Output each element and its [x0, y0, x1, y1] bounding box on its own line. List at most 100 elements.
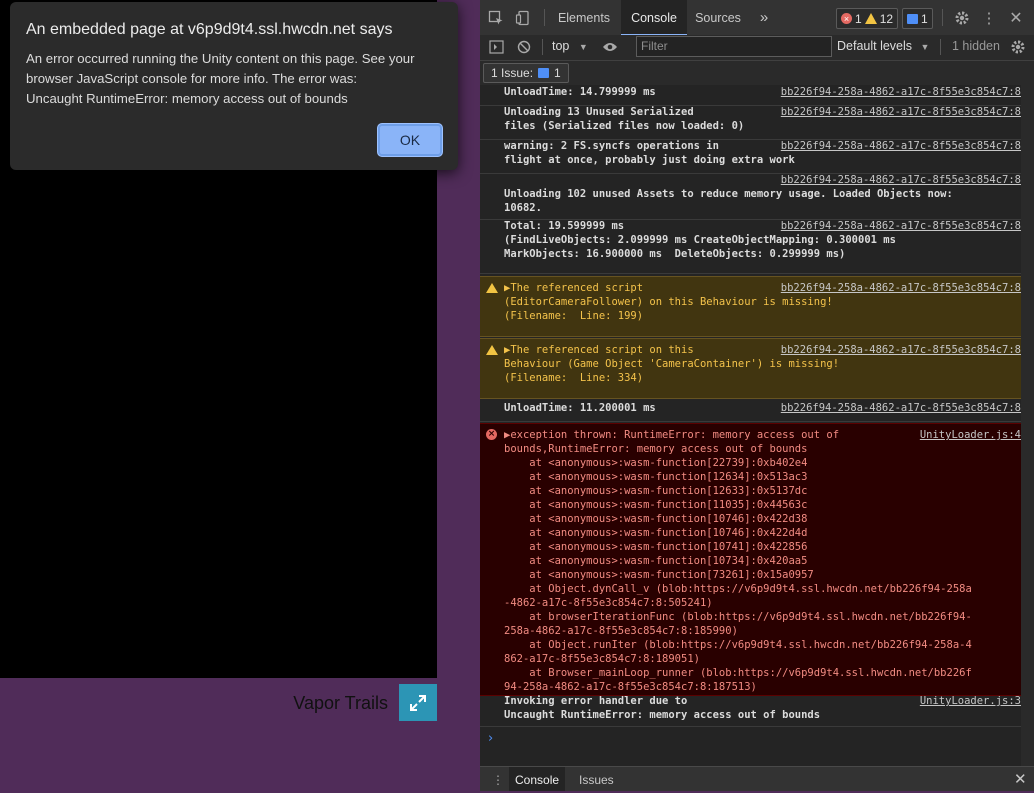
console-message-line: 94-258a-4862-a17c-8f55e3c854c7:8:187513)	[504, 681, 757, 693]
clear-console-icon[interactable]	[514, 37, 534, 57]
console-message[interactable]: ▶The referenced script (EditorCameraFollo…	[480, 276, 1021, 337]
issues-bar: 1 Issue: 1	[480, 61, 1034, 86]
console-message[interactable]: Unloading 102 unused Assets to reduce me…	[480, 173, 1021, 220]
warning-icon	[864, 13, 877, 24]
issues-count: 1	[921, 11, 928, 26]
fullscreen-button[interactable]	[399, 684, 437, 721]
inspect-element-icon[interactable]	[486, 8, 506, 28]
console-message-line: 862-a17c-8f55e3c854c7:8:189051)	[504, 653, 700, 665]
console-message[interactable]: × ▶exception thrown: RuntimeError: memory…	[480, 423, 1021, 696]
console-message-line: at <anonymous>:wasm-function[10746]:0x42…	[504, 513, 808, 525]
console-message-text: UnloadTime: 11.200001 ms	[504, 401, 656, 415]
console-source-link[interactable]: UnityLoader.js:3	[920, 694, 1021, 708]
show-sidebar-icon[interactable]	[486, 37, 506, 57]
console-message-line: 10682.	[504, 202, 542, 214]
console-source-link[interactable]: UnityLoader.js:4	[920, 428, 1021, 442]
console-message-line: flight at once, probably just doing extr…	[504, 154, 795, 166]
issues-pill[interactable]: 1 Issue: 1	[483, 63, 569, 83]
tab-sources[interactable]: Sources	[690, 0, 746, 35]
console-message-line: (Filename: Line: 334)	[504, 372, 644, 384]
context-selector[interactable]: top ▼	[552, 39, 588, 53]
console-source-link[interactable]: bb226f94-258a-4862-a17c-8f55e3c854c7:8	[781, 343, 1021, 357]
alert-message-line: An error occurred running the Unity cont…	[26, 51, 415, 66]
issues-pill-count: 1	[554, 66, 561, 80]
issues-badge[interactable]: 1	[902, 8, 933, 29]
console-message-line: at <anonymous>:wasm-function[11035]:0x44…	[504, 499, 808, 511]
console-message[interactable]: ▶The referenced script on this Behaviour …	[480, 338, 1021, 399]
console-message-line: at <anonymous>:wasm-function[10734]:0x42…	[504, 555, 808, 567]
drawer-tab-console[interactable]: Console	[509, 767, 566, 791]
filter-input[interactable]: Filter	[636, 36, 832, 57]
console-message-line: UnloadTime: 14.799999 ms	[504, 86, 656, 98]
console-message[interactable]: Unloading 13 Unused Serialized files (Ser…	[480, 105, 1021, 140]
more-tabs-button[interactable]: »	[754, 0, 774, 35]
more-options-icon[interactable]: ⋮	[979, 8, 999, 28]
live-expression-eye-icon[interactable]	[600, 37, 620, 57]
close-devtools-icon[interactable]: ✕	[1006, 8, 1026, 28]
devtools-panel: Elements Console Sources » × 1 12 1 ⋮ ✕ …	[480, 0, 1034, 791]
drawer-tab-issues[interactable]: Issues	[573, 767, 620, 791]
context-label: top	[552, 39, 570, 53]
console-message[interactable]: UnloadTime: 14.799999 ms bb226f94-258a-48…	[480, 85, 1021, 106]
console-source-link[interactable]: bb226f94-258a-4862-a17c-8f55e3c854c7:8	[781, 281, 1021, 295]
console-message[interactable]: Total: 19.599999 ms (FindLiveObjects: 2.0…	[480, 219, 1021, 274]
devtools-tabbar: Elements Console Sources » × 1 12 1 ⋮ ✕	[480, 0, 1034, 36]
console-message-line: at <anonymous>:wasm-function[12633]:0x51…	[504, 485, 808, 497]
console-prompt[interactable]: ›	[488, 731, 493, 746]
console-message-line: (EditorCameraFollower) on this Behaviour…	[504, 296, 833, 308]
drawer-menu-icon[interactable]: ⋮	[490, 767, 506, 791]
issues-label: 1 Issue:	[491, 66, 534, 80]
console-message-line: at <anonymous>:wasm-function[12634]:0x51…	[504, 471, 808, 483]
console-source-link[interactable]: bb226f94-258a-4862-a17c-8f55e3c854c7:8	[781, 173, 1021, 187]
console-message-line: at <anonymous>:wasm-function[10741]:0x42…	[504, 541, 808, 553]
console-message-line: (FindLiveObjects: 2.099999 ms CreateObje…	[504, 234, 896, 246]
console-message[interactable]: warning: 2 FS.syncfs operations in flight…	[480, 139, 1021, 174]
console-source-link[interactable]: bb226f94-258a-4862-a17c-8f55e3c854c7:8	[781, 85, 1021, 99]
warning-icon	[486, 283, 498, 293]
console-source-link[interactable]: bb226f94-258a-4862-a17c-8f55e3c854c7:8	[781, 105, 1021, 119]
console-message-line: MarkObjects: 16.900000 ms DeleteObjects:…	[504, 248, 846, 260]
console-scrollbar[interactable]	[1021, 85, 1034, 766]
log-levels-dropdown[interactable]: Default levels ▼	[837, 39, 929, 53]
console-source-link[interactable]: bb226f94-258a-4862-a17c-8f55e3c854c7:8	[781, 139, 1021, 153]
console-source-link[interactable]: bb226f94-258a-4862-a17c-8f55e3c854c7:8	[781, 401, 1021, 415]
console-message-line: at Object.runIter (blob:https://v6p9d9t4…	[504, 639, 972, 651]
settings-gear-icon[interactable]	[952, 8, 972, 28]
close-drawer-icon[interactable]: ✕	[1008, 767, 1033, 791]
console-messages: › UnloadTime: 14.799999 ms bb226f94-258a-…	[480, 85, 1034, 766]
errors-warnings-badge[interactable]: × 1 12	[836, 8, 899, 29]
console-message-line: warning: 2 FS.syncfs operations in	[504, 140, 719, 152]
console-message-text: UnloadTime: 14.799999 ms	[504, 85, 656, 99]
expand-icon	[410, 694, 426, 711]
console-message-text: Invoking error handler due to Uncaught Ru…	[504, 694, 820, 722]
alert-ok-button[interactable]: OK	[377, 123, 443, 157]
chevron-down-icon: ▼	[578, 42, 588, 52]
console-message[interactable]: UnloadTime: 11.200001 ms bb226f94-258a-48…	[480, 401, 1021, 422]
warning-icon	[486, 345, 498, 355]
alert-message: An error occurred running the Unity cont…	[26, 49, 446, 109]
tab-console[interactable]: Console	[621, 0, 687, 36]
drawer-tabbar: ⋮ Console Issues ✕	[480, 766, 1034, 791]
console-message-line: ▶exception thrown: RuntimeError: memory …	[504, 429, 840, 441]
console-message-line: at browserIterationFunc (blob:https://v6…	[504, 611, 972, 623]
alert-message-line: Uncaught RuntimeError: memory access out…	[26, 91, 348, 106]
console-message-line: UnloadTime: 11.200001 ms	[504, 402, 656, 414]
console-settings-gear-icon[interactable]	[1008, 37, 1028, 57]
console-message-line: files (Serialized files now loaded: 0)	[504, 120, 745, 132]
toolbar-divider	[542, 39, 543, 55]
console-source-link[interactable]: bb226f94-258a-4862-a17c-8f55e3c854c7:8	[781, 219, 1021, 233]
alert-title: An embedded page at v6p9d9t4.ssl.hwcdn.n…	[26, 21, 393, 38]
console-message-line: at <anonymous>:wasm-function[22739]:0xb4…	[504, 457, 808, 469]
console-message-line: (Filename: Line: 199)	[504, 310, 644, 322]
toolbar-divider	[940, 39, 941, 55]
console-message[interactable]: Invoking error handler due to Uncaught Ru…	[480, 694, 1021, 727]
issues-icon	[907, 13, 918, 24]
console-message-line: Uncaught RuntimeError: memory access out…	[504, 709, 821, 721]
console-message-line: at <anonymous>:wasm-function[10746]:0x42…	[504, 527, 808, 539]
errors-count: 1	[855, 11, 862, 26]
tab-elements[interactable]: Elements	[550, 0, 618, 35]
console-toolbar: top ▼ Filter Default levels ▼ 1 hidden	[480, 35, 1034, 61]
device-toolbar-icon[interactable]	[513, 8, 533, 28]
error-icon: ×	[841, 13, 852, 24]
console-message-line: Unloading 102 unused Assets to reduce me…	[504, 188, 953, 200]
